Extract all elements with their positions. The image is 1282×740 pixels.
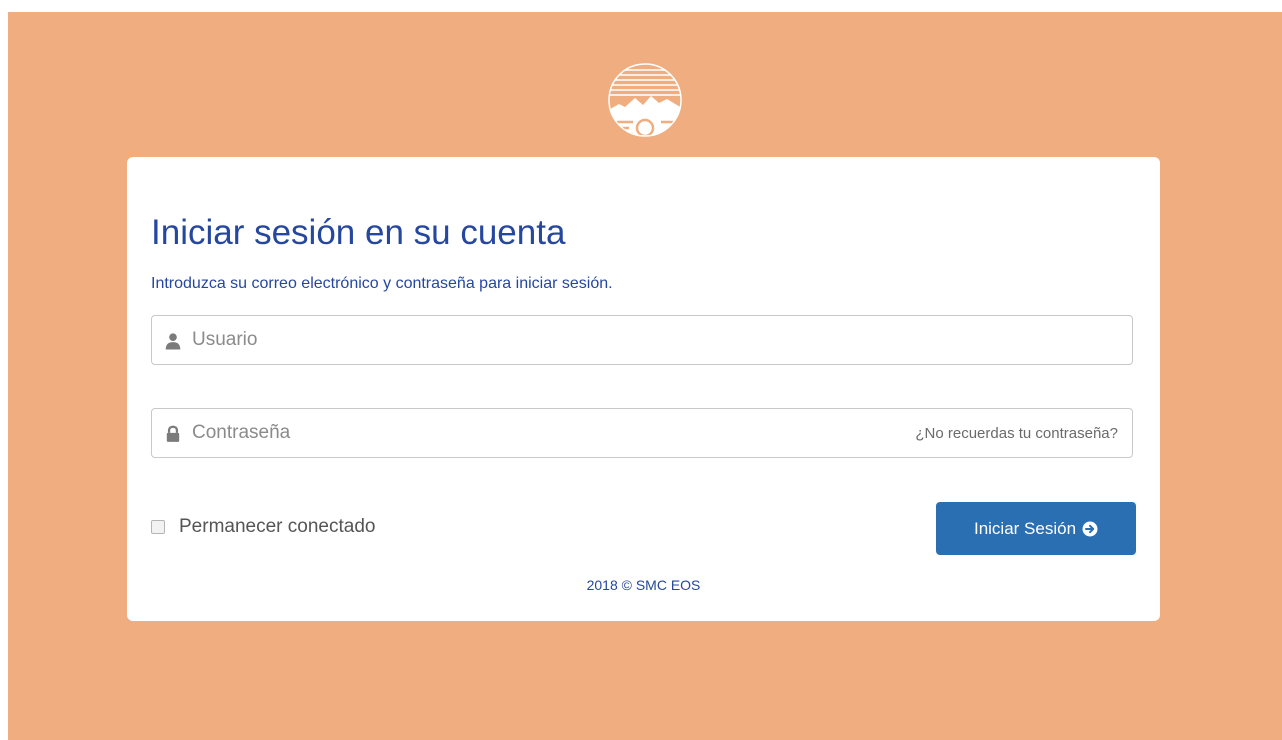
username-input[interactable] <box>192 324 1112 356</box>
username-field[interactable] <box>151 315 1133 365</box>
password-input[interactable] <box>192 417 812 449</box>
remember-me-label: Permanecer conectado <box>179 516 376 537</box>
arrow-circle-right-icon <box>1082 521 1098 536</box>
eos-logo-icon <box>608 63 682 138</box>
copyright-footer: 2018 © SMC EOS <box>586 577 701 593</box>
remember-me-option[interactable]: Permanecer conectado <box>151 513 375 541</box>
user-icon <box>165 333 181 350</box>
login-title: Iniciar sesión en su cuenta <box>151 213 566 252</box>
login-button[interactable]: Iniciar Sesión <box>936 502 1136 555</box>
login-button-label: Iniciar Sesión <box>973 518 1077 538</box>
remember-me-checkbox[interactable] <box>151 520 165 534</box>
login-card: Iniciar sesión en su cuenta Introduzca s… <box>127 157 1160 621</box>
forgot-password-link[interactable]: ¿No recuerdas tu contraseña? <box>915 425 1118 443</box>
password-field[interactable]: ¿No recuerdas tu contraseña? <box>151 408 1133 458</box>
login-subtitle: Introduzca su correo electrónico y contr… <box>151 275 613 292</box>
lock-icon <box>166 425 180 442</box>
login-page-background: Iniciar sesión en su cuenta Introduzca s… <box>8 12 1282 740</box>
